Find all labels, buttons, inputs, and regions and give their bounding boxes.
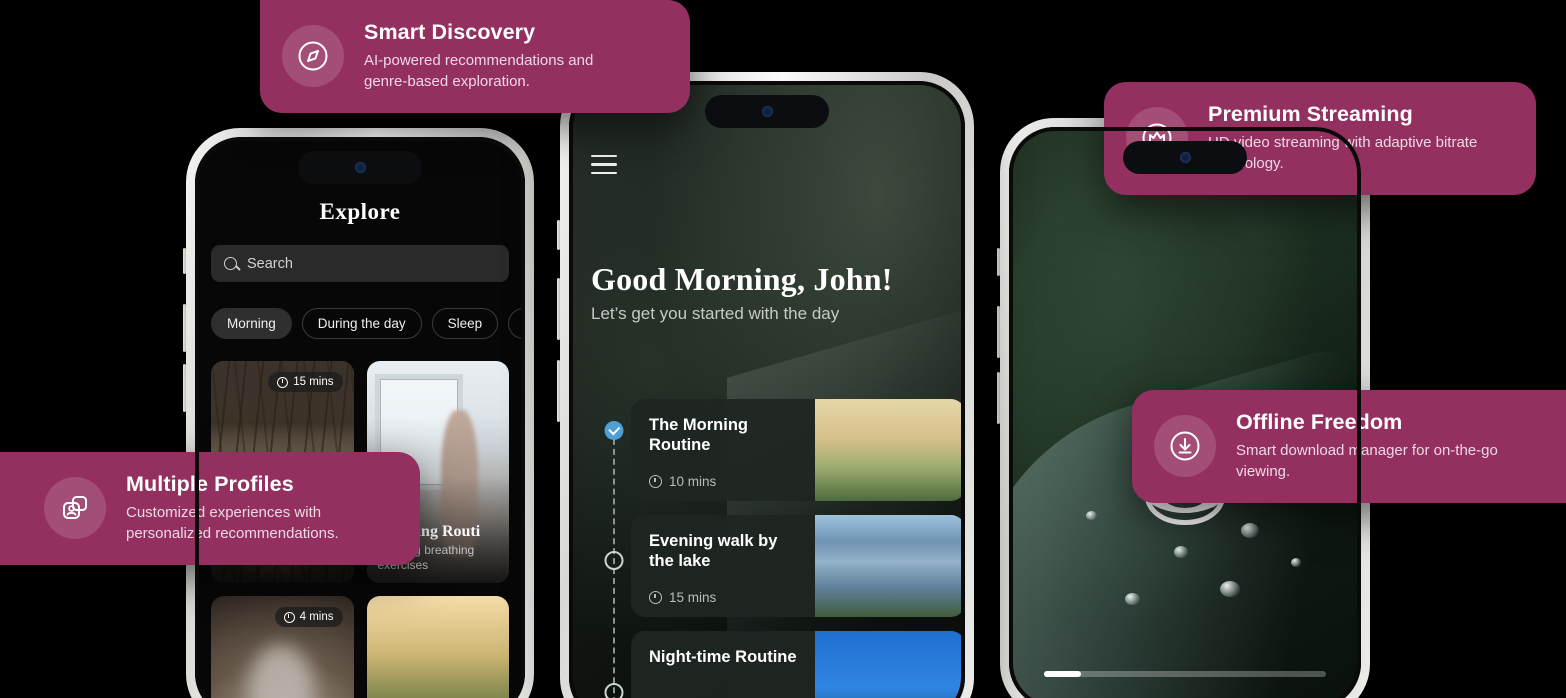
timeline-node-pending[interactable] bbox=[604, 551, 624, 570]
explore-screen: Explore Search Morning During the day Sl… bbox=[195, 137, 525, 698]
routine-thumbnail-lake bbox=[815, 515, 965, 617]
content-tile[interactable]: 4 mins Before coffee bbox=[211, 596, 354, 698]
duration-label: 15 mins bbox=[293, 376, 334, 388]
routine-list: The Morning Routine 10 mins Evening walk… bbox=[631, 399, 965, 698]
greeting-title: Good Morning, John! bbox=[591, 261, 893, 297]
routine-duration: 15 mins bbox=[649, 590, 805, 605]
phone-left-volume-up[interactable] bbox=[183, 304, 186, 352]
hamburger-menu-icon[interactable] bbox=[591, 155, 617, 180]
clock-icon bbox=[649, 591, 662, 604]
routine-title: The Morning Routine bbox=[649, 416, 748, 455]
feature-title: Offline Freedom bbox=[1236, 410, 1403, 434]
clock-icon bbox=[283, 611, 295, 623]
phone-right-mute-switch[interactable] bbox=[997, 248, 1000, 276]
routine-title: Evening walk by the lake bbox=[649, 532, 778, 571]
duration-label: 4 mins bbox=[299, 611, 334, 623]
dynamic-island bbox=[298, 151, 422, 184]
phone-right-volume-down[interactable] bbox=[997, 372, 1000, 424]
front-camera-icon bbox=[1179, 152, 1191, 163]
feature-card-text: Smart Discovery AI-powered recommendatio… bbox=[364, 20, 634, 93]
duration-badge: 4 mins bbox=[274, 607, 343, 627]
search-placeholder: Search bbox=[247, 255, 293, 272]
routine-card[interactable]: Night-time Routine bbox=[631, 631, 965, 698]
routine-text: Evening walk by the lake 15 mins bbox=[631, 515, 815, 617]
duration-label: 10 mins bbox=[669, 474, 717, 489]
routine-card[interactable]: The Morning Routine 10 mins bbox=[631, 399, 965, 501]
feature-description: Customized experiences with personalized… bbox=[126, 504, 339, 543]
search-icon bbox=[224, 257, 237, 270]
front-camera-icon bbox=[761, 106, 773, 117]
routine-thumbnail-night bbox=[815, 631, 965, 698]
timeline-node-completed[interactable] bbox=[604, 421, 624, 440]
phone-left-screen: Explore Search Morning During the day Sl… bbox=[195, 137, 525, 698]
phone-center-volume-up[interactable] bbox=[557, 278, 560, 340]
timeline-node-pending[interactable] bbox=[604, 683, 624, 698]
routine-card[interactable]: Evening walk by the lake 15 mins bbox=[631, 515, 965, 617]
water-droplet bbox=[1125, 592, 1141, 605]
filter-chip-row: Morning During the day Sleep Pro bbox=[211, 308, 525, 339]
content-tile[interactable]: Stay focused bbox=[366, 596, 509, 698]
greeting-subtitle: Let’s get you started with the day bbox=[591, 304, 840, 323]
feature-description: Smart download manager for on-the-go vie… bbox=[1236, 442, 1498, 481]
clock-icon bbox=[649, 475, 662, 488]
front-camera-icon bbox=[354, 162, 366, 173]
duration-badge: 15 mins bbox=[268, 372, 343, 392]
progress-fill bbox=[1044, 671, 1081, 677]
routine-thumbnail-sunrise bbox=[815, 399, 965, 501]
feature-card-text: Premium Streaming HD video streaming wit… bbox=[1208, 102, 1478, 175]
phone-left-mute-switch[interactable] bbox=[183, 248, 186, 274]
page-title: Explore bbox=[319, 199, 401, 224]
feature-title: Premium Streaming bbox=[1208, 102, 1413, 126]
phone-left-explore: Explore Search Morning During the day Sl… bbox=[183, 128, 534, 698]
filter-chip-during-the-day[interactable]: During the day bbox=[301, 308, 422, 339]
feature-card-premium-streaming[interactable]: Premium Streaming HD video streaming wit… bbox=[1104, 82, 1536, 195]
home-screen: Good Morning, John! Let’s get you starte… bbox=[569, 81, 965, 698]
routine-title: Night-time Routine bbox=[649, 648, 797, 666]
greeting-block: Good Morning, John! Let’s get you starte… bbox=[591, 261, 893, 324]
phone-left-volume-down[interactable] bbox=[183, 364, 186, 412]
duration-label: 15 mins bbox=[669, 590, 717, 605]
feature-title: Smart Discovery bbox=[364, 20, 536, 44]
filter-chip-sleep[interactable]: Sleep bbox=[431, 308, 499, 339]
clock-icon bbox=[277, 376, 289, 388]
search-input[interactable]: Search bbox=[211, 245, 509, 282]
dynamic-island bbox=[1123, 141, 1247, 174]
dynamic-island bbox=[705, 95, 829, 128]
compass-icon bbox=[282, 25, 344, 88]
feature-card-text: Multiple Profiles Customized experiences… bbox=[126, 472, 394, 545]
routine-duration: 10 mins bbox=[649, 474, 805, 489]
feature-title: Multiple Profiles bbox=[126, 472, 294, 496]
phone-center-volume-down[interactable] bbox=[557, 360, 560, 422]
phone-center-screen: Good Morning, John! Let’s get you starte… bbox=[569, 81, 965, 698]
loading-progress-bar bbox=[1044, 671, 1326, 677]
tile-gradient-overlay bbox=[366, 596, 509, 698]
water-droplet bbox=[1290, 557, 1301, 567]
feature-card-offline-freedom[interactable]: Offline Freedom Smart download manager f… bbox=[1132, 390, 1566, 503]
feature-description: HD video streaming with adaptive bitrate… bbox=[1208, 134, 1478, 173]
phone-right-volume-up[interactable] bbox=[997, 306, 1000, 358]
water-droplet bbox=[1241, 522, 1260, 538]
feature-card-text: Offline Freedom Smart download manager f… bbox=[1236, 410, 1506, 483]
water-droplet bbox=[1220, 580, 1241, 597]
filter-chip-morning[interactable]: Morning bbox=[211, 308, 292, 339]
routine-timeline bbox=[604, 411, 624, 698]
feature-card-smart-discovery[interactable]: Smart Discovery AI-powered recommendatio… bbox=[260, 0, 690, 113]
feature-description: AI-powered recommendations and genre-bas… bbox=[364, 52, 594, 91]
filter-chip-pro[interactable]: Pro bbox=[508, 308, 525, 339]
routine-text: Night-time Routine bbox=[631, 631, 815, 698]
routine-text: The Morning Routine 10 mins bbox=[631, 399, 815, 501]
profiles-stack-icon bbox=[44, 477, 106, 540]
download-icon bbox=[1154, 415, 1216, 478]
phone-center-home: Good Morning, John! Let’s get you starte… bbox=[557, 72, 974, 698]
phone-center-mute-switch[interactable] bbox=[557, 220, 560, 250]
feature-card-multiple-profiles[interactable]: Multiple Profiles Customized experiences… bbox=[0, 452, 420, 565]
promo-composition: Explore Search Morning During the day Sl… bbox=[0, 0, 1566, 698]
